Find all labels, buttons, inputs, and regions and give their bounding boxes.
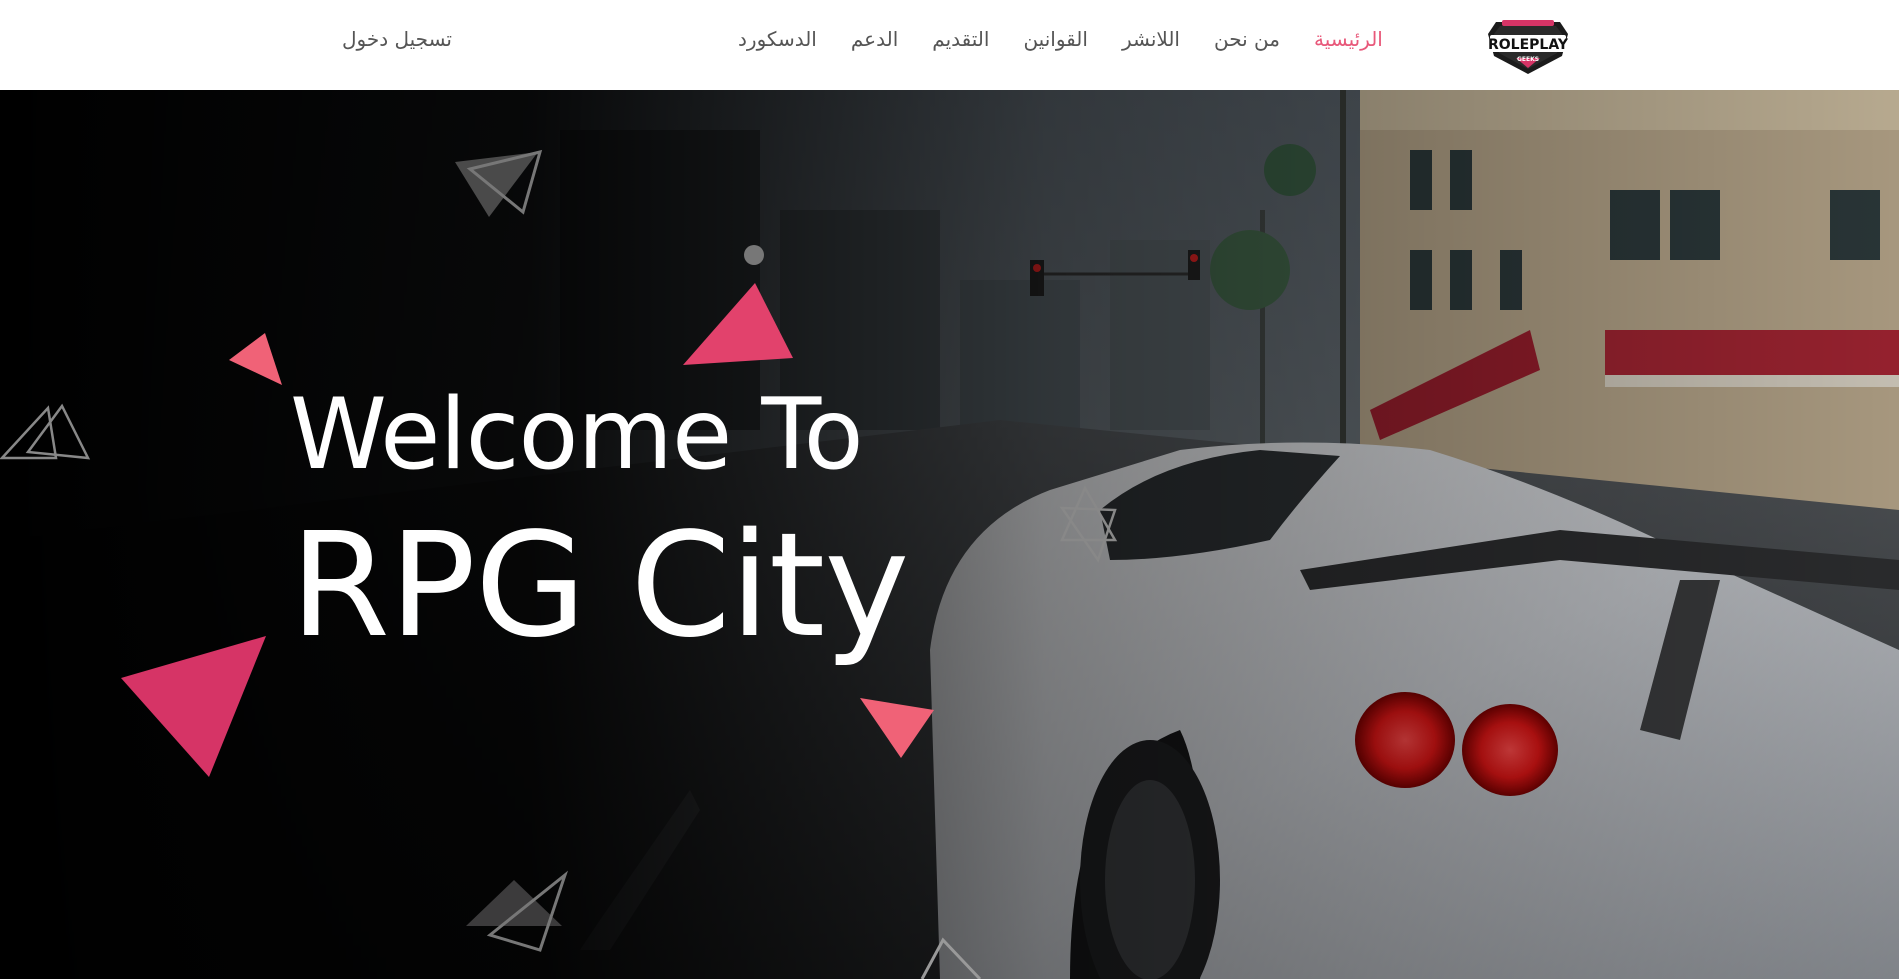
top-navbar: تسجيل دخول الرئيسية من نحن اللانشر القوا… — [0, 0, 1899, 90]
nav-item-about: من نحن — [1214, 27, 1280, 57]
hero-title: RPG City — [290, 501, 909, 669]
nav-link-apply[interactable]: التقديم — [932, 27, 989, 51]
nav-link-home[interactable]: الرئيسية — [1314, 27, 1383, 51]
hero-background-image — [0, 90, 1899, 979]
nav-item-rules: القوانين — [1023, 27, 1087, 57]
nav-item-launcher: اللانشر — [1122, 27, 1180, 57]
nav-link-about[interactable]: من نحن — [1214, 27, 1280, 51]
hero-section: Welcome To RPG City — [0, 90, 1899, 979]
svg-text:ROLEPLAY: ROLEPLAY — [1488, 37, 1569, 53]
nav-link-support[interactable]: الدعم — [851, 27, 898, 51]
main-nav: الرئيسية من نحن اللانشر القوانين التقديم… — [738, 27, 1383, 57]
nav-item-support: الدعم — [851, 27, 898, 57]
svg-text:GEEKS: GEEKS — [1517, 56, 1539, 63]
roleplay-geeks-logo[interactable]: ROLEPLAY GEEKS — [1482, 16, 1574, 76]
nav-item-home: الرئيسية — [1314, 27, 1383, 57]
login-link[interactable]: تسجيل دخول — [342, 27, 452, 51]
logo-badge-icon: ROLEPLAY GEEKS — [1488, 20, 1569, 74]
nav-item-discord: الدسكورد — [738, 27, 817, 57]
nav-link-launcher[interactable]: اللانشر — [1122, 27, 1180, 51]
nav-item-apply: التقديم — [932, 27, 989, 57]
nav-link-discord[interactable]: الدسكورد — [738, 27, 817, 51]
hero-welcome-text: Welcome To — [290, 378, 864, 492]
nav-link-rules[interactable]: القوانين — [1023, 27, 1087, 51]
